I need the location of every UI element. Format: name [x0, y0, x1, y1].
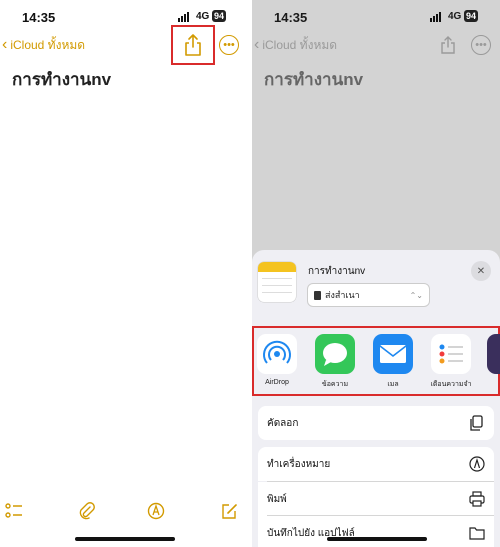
document-icon	[314, 290, 321, 300]
share-app-airdrop[interactable]: AirDrop	[255, 334, 299, 386]
back-button[interactable]: ‹ iCloud ทั้งหมด	[2, 36, 85, 54]
copy-icon	[470, 415, 483, 431]
share-app-label: เมล	[387, 381, 399, 388]
checklist-icon[interactable]	[5, 502, 23, 520]
battery-icon: 94	[212, 10, 227, 22]
action-copy[interactable]: คัดลอก	[258, 406, 494, 440]
messages-icon	[315, 334, 355, 374]
share-app-label: เตือนความจำ	[430, 381, 472, 388]
share-sheet: การทำงานnv ส่งสำเนา ⌃⌄ ✕ AirDrop ข้อความ…	[252, 250, 500, 547]
notes-screen: 14:35 4G 94 ‹ iCloud ทั้งหมด ••• การทำงา…	[0, 0, 248, 547]
network-label: 4G	[448, 11, 462, 22]
chevron-updown-icon: ⌃⌄	[409, 290, 423, 300]
signal-icon	[178, 12, 189, 22]
mail-icon	[373, 334, 413, 374]
more-options-button: •••	[471, 35, 491, 55]
folder-icon	[469, 527, 485, 540]
action-label: พิมพ์	[267, 493, 287, 505]
compose-icon[interactable]	[220, 502, 238, 520]
network-label: 4G	[196, 11, 210, 22]
action-save-to-files[interactable]: บันทึกไปยัง แอปไฟล์	[258, 516, 494, 547]
home-indicator	[327, 537, 427, 541]
printer-icon	[469, 491, 485, 507]
app-icon	[487, 334, 500, 374]
notes-app-icon	[258, 262, 296, 302]
signal-icon	[430, 12, 441, 22]
share-app-label: ข้อความ	[321, 381, 349, 388]
action-label: คัดลอก	[267, 417, 299, 429]
action-print[interactable]: พิมพ์	[258, 482, 494, 516]
airdrop-icon	[257, 334, 297, 374]
back-label: iCloud ทั้งหมด	[10, 37, 86, 52]
status-time: 14:35	[22, 10, 56, 25]
status-time: 14:35	[274, 10, 308, 25]
note-title: การทำงานnv	[264, 70, 364, 89]
markup-icon	[469, 456, 485, 472]
share-app-mail[interactable]: เมล	[371, 334, 415, 390]
send-option-label: ส่งสำเนา	[325, 290, 360, 300]
close-button[interactable]: ✕	[471, 261, 491, 281]
back-label: iCloud ทั้งหมด	[262, 37, 338, 52]
reminders-icon	[431, 334, 471, 374]
more-options-button[interactable]: •••	[219, 35, 239, 55]
battery-icon: 94	[464, 10, 479, 22]
share-icon	[441, 36, 455, 54]
home-indicator	[75, 537, 175, 541]
share-sheet-screen: 14:35 4G 94 ‹ iCloud ทั้งหมด ••• การทำงา…	[252, 0, 500, 547]
share-icon[interactable]	[182, 33, 204, 57]
back-button: ‹ iCloud ทั้งหมด	[254, 36, 337, 54]
send-option-select[interactable]: ส่งสำเนา ⌃⌄	[307, 283, 430, 307]
action-markup[interactable]: ทำเครื่องหมาย	[258, 447, 494, 481]
share-app-label: AirDrop	[265, 379, 289, 386]
note-title[interactable]: การทำงานnv	[12, 66, 111, 93]
share-app-reminders[interactable]: เตือนความจำ	[429, 334, 473, 390]
paperclip-icon[interactable]	[78, 502, 96, 520]
status-bar: 14:35 4G 94	[252, 8, 500, 28]
chevron-left-icon: ‹	[2, 36, 8, 53]
share-sheet-title: การทำงานnv	[308, 266, 366, 277]
markup-pen-icon[interactable]	[147, 502, 165, 520]
chevron-left-icon: ‹	[254, 36, 260, 53]
action-label: ทำเครื่องหมาย	[267, 458, 331, 470]
share-app-partial[interactable]	[487, 334, 500, 374]
share-app-messages[interactable]: ข้อความ	[313, 334, 357, 390]
